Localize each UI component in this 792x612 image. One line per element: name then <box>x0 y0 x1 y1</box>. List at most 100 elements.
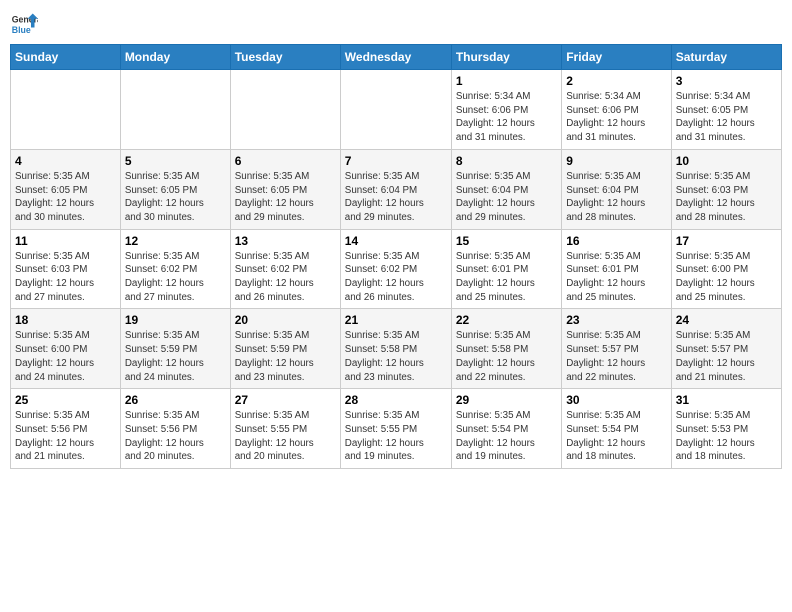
calendar-cell: 2Sunrise: 5:34 AM Sunset: 6:06 PM Daylig… <box>562 70 672 150</box>
day-number: 5 <box>125 154 226 168</box>
calendar-week-2: 4 Sunrise: 5:35 AM Sunset: 6:05 PM Daylig… <box>11 149 782 229</box>
day-detail: Sunrise: 5:35 AM Sunset: 5:59 PM Dayligh… <box>235 329 336 384</box>
day-number: 14 <box>345 234 447 248</box>
svg-text:Blue: Blue <box>12 25 31 35</box>
day-number: 24 <box>676 313 777 327</box>
calendar-cell: 24 Sunrise: 5:35 AM Sunset: 5:57 PM Dayli… <box>671 309 781 389</box>
calendar-cell: 16 Sunrise: 5:35 AM Sunset: 6:01 PM Dayli… <box>562 229 672 309</box>
calendar-week-4: 18 Sunrise: 5:35 AM Sunset: 6:00 PM Dayli… <box>11 309 782 389</box>
weekday-tuesday: Tuesday <box>230 45 340 70</box>
calendar-cell: 12 Sunrise: 5:35 AM Sunset: 6:02 PM Dayli… <box>120 229 230 309</box>
day-number: 17 <box>676 234 777 248</box>
day-number: 12 <box>125 234 226 248</box>
day-detail: Sunrise: 5:35 AM Sunset: 5:56 PM Dayligh… <box>125 409 226 464</box>
day-number: 28 <box>345 393 447 407</box>
weekday-thursday: Thursday <box>451 45 561 70</box>
day-detail: Sunrise: 5:35 AM Sunset: 6:03 PM Dayligh… <box>15 250 116 305</box>
logo: General Blue <box>10 10 38 38</box>
calendar-cell: 28Sunrise: 5:35 AM Sunset: 5:55 PM Dayli… <box>340 389 451 469</box>
day-number: 27 <box>235 393 336 407</box>
day-detail: Sunrise: 5:35 AM Sunset: 5:57 PM Dayligh… <box>566 329 667 384</box>
calendar-cell: 30 Sunrise: 5:35 AM Sunset: 5:54 PM Dayli… <box>562 389 672 469</box>
day-number: 6 <box>235 154 336 168</box>
day-detail: Sunrise: 5:35 AM Sunset: 6:00 PM Dayligh… <box>15 329 116 384</box>
calendar-cell <box>340 70 451 150</box>
day-number: 22 <box>456 313 557 327</box>
calendar-cell: 5 Sunrise: 5:35 AM Sunset: 6:05 PM Daylig… <box>120 149 230 229</box>
day-detail: Sunrise: 5:34 AM Sunset: 6:05 PM Dayligh… <box>676 90 777 145</box>
day-detail: Sunrise: 5:35 AM Sunset: 6:00 PM Dayligh… <box>676 250 777 305</box>
weekday-header-row: SundayMondayTuesdayWednesdayThursdayFrid… <box>11 45 782 70</box>
day-number: 7 <box>345 154 447 168</box>
calendar-header: SundayMondayTuesdayWednesdayThursdayFrid… <box>11 45 782 70</box>
day-detail: Sunrise: 5:35 AM Sunset: 6:05 PM Dayligh… <box>15 170 116 225</box>
calendar-week-3: 11 Sunrise: 5:35 AM Sunset: 6:03 PM Dayli… <box>11 229 782 309</box>
calendar-cell: 25 Sunrise: 5:35 AM Sunset: 5:56 PM Dayli… <box>11 389 121 469</box>
weekday-sunday: Sunday <box>11 45 121 70</box>
day-detail: Sunrise: 5:35 AM Sunset: 6:01 PM Dayligh… <box>566 250 667 305</box>
calendar-body: 1 Sunrise: 5:34 AM Sunset: 6:06 PM Daylig… <box>11 70 782 469</box>
day-detail: Sunrise: 5:34 AM Sunset: 6:06 PM Dayligh… <box>456 90 557 145</box>
weekday-saturday: Saturday <box>671 45 781 70</box>
calendar-cell: 13 Sunrise: 5:35 AM Sunset: 6:02 PM Dayli… <box>230 229 340 309</box>
day-detail: Sunrise: 5:35 AM Sunset: 6:04 PM Dayligh… <box>456 170 557 225</box>
calendar-cell: 27 Sunrise: 5:35 AM Sunset: 5:55 PM Dayli… <box>230 389 340 469</box>
day-detail: Sunrise: 5:34 AM Sunset: 6:06 PM Dayligh… <box>566 90 667 145</box>
weekday-monday: Monday <box>120 45 230 70</box>
day-number: 9 <box>566 154 667 168</box>
calendar-cell: 15Sunrise: 5:35 AM Sunset: 6:01 PM Dayli… <box>451 229 561 309</box>
logo-icon: General Blue <box>10 10 38 38</box>
day-detail: Sunrise: 5:35 AM Sunset: 5:57 PM Dayligh… <box>676 329 777 384</box>
weekday-friday: Friday <box>562 45 672 70</box>
day-number: 30 <box>566 393 667 407</box>
calendar-cell: 9Sunrise: 5:35 AM Sunset: 6:04 PM Daylig… <box>562 149 672 229</box>
day-number: 11 <box>15 234 116 248</box>
day-detail: Sunrise: 5:35 AM Sunset: 6:05 PM Dayligh… <box>235 170 336 225</box>
calendar-cell: 6 Sunrise: 5:35 AM Sunset: 6:05 PM Daylig… <box>230 149 340 229</box>
calendar-table: SundayMondayTuesdayWednesdayThursdayFrid… <box>10 44 782 469</box>
day-number: 1 <box>456 74 557 88</box>
day-number: 15 <box>456 234 557 248</box>
calendar-cell <box>230 70 340 150</box>
calendar-cell <box>11 70 121 150</box>
day-detail: Sunrise: 5:35 AM Sunset: 5:58 PM Dayligh… <box>345 329 447 384</box>
calendar-week-5: 25 Sunrise: 5:35 AM Sunset: 5:56 PM Dayli… <box>11 389 782 469</box>
day-detail: Sunrise: 5:35 AM Sunset: 5:58 PM Dayligh… <box>456 329 557 384</box>
calendar-cell: 11 Sunrise: 5:35 AM Sunset: 6:03 PM Dayli… <box>11 229 121 309</box>
day-number: 16 <box>566 234 667 248</box>
calendar-cell <box>120 70 230 150</box>
day-number: 21 <box>345 313 447 327</box>
day-detail: Sunrise: 5:35 AM Sunset: 5:53 PM Dayligh… <box>676 409 777 464</box>
day-detail: Sunrise: 5:35 AM Sunset: 6:02 PM Dayligh… <box>345 250 447 305</box>
calendar-cell: 20 Sunrise: 5:35 AM Sunset: 5:59 PM Dayli… <box>230 309 340 389</box>
day-detail: Sunrise: 5:35 AM Sunset: 6:02 PM Dayligh… <box>235 250 336 305</box>
calendar-cell: 22 Sunrise: 5:35 AM Sunset: 5:58 PM Dayli… <box>451 309 561 389</box>
day-detail: Sunrise: 5:35 AM Sunset: 5:55 PM Dayligh… <box>235 409 336 464</box>
day-number: 25 <box>15 393 116 407</box>
day-number: 8 <box>456 154 557 168</box>
calendar-week-1: 1 Sunrise: 5:34 AM Sunset: 6:06 PM Daylig… <box>11 70 782 150</box>
calendar-cell: 23 Sunrise: 5:35 AM Sunset: 5:57 PM Dayli… <box>562 309 672 389</box>
day-number: 20 <box>235 313 336 327</box>
calendar-cell: 4 Sunrise: 5:35 AM Sunset: 6:05 PM Daylig… <box>11 149 121 229</box>
day-number: 4 <box>15 154 116 168</box>
day-detail: Sunrise: 5:35 AM Sunset: 5:54 PM Dayligh… <box>566 409 667 464</box>
day-number: 13 <box>235 234 336 248</box>
day-number: 19 <box>125 313 226 327</box>
day-number: 26 <box>125 393 226 407</box>
calendar-cell: 8 Sunrise: 5:35 AM Sunset: 6:04 PM Daylig… <box>451 149 561 229</box>
calendar-cell: 3Sunrise: 5:34 AM Sunset: 6:05 PM Daylig… <box>671 70 781 150</box>
day-number: 29 <box>456 393 557 407</box>
day-detail: Sunrise: 5:35 AM Sunset: 6:05 PM Dayligh… <box>125 170 226 225</box>
day-detail: Sunrise: 5:35 AM Sunset: 6:02 PM Dayligh… <box>125 250 226 305</box>
day-number: 18 <box>15 313 116 327</box>
calendar-cell: 18 Sunrise: 5:35 AM Sunset: 6:00 PM Dayli… <box>11 309 121 389</box>
page-header: General Blue <box>10 10 782 38</box>
day-detail: Sunrise: 5:35 AM Sunset: 5:59 PM Dayligh… <box>125 329 226 384</box>
day-number: 23 <box>566 313 667 327</box>
day-detail: Sunrise: 5:35 AM Sunset: 5:56 PM Dayligh… <box>15 409 116 464</box>
calendar-cell: 29Sunrise: 5:35 AM Sunset: 5:54 PM Dayli… <box>451 389 561 469</box>
calendar-cell: 26 Sunrise: 5:35 AM Sunset: 5:56 PM Dayli… <box>120 389 230 469</box>
calendar-cell: 10Sunrise: 5:35 AM Sunset: 6:03 PM Dayli… <box>671 149 781 229</box>
day-detail: Sunrise: 5:35 AM Sunset: 6:04 PM Dayligh… <box>345 170 447 225</box>
